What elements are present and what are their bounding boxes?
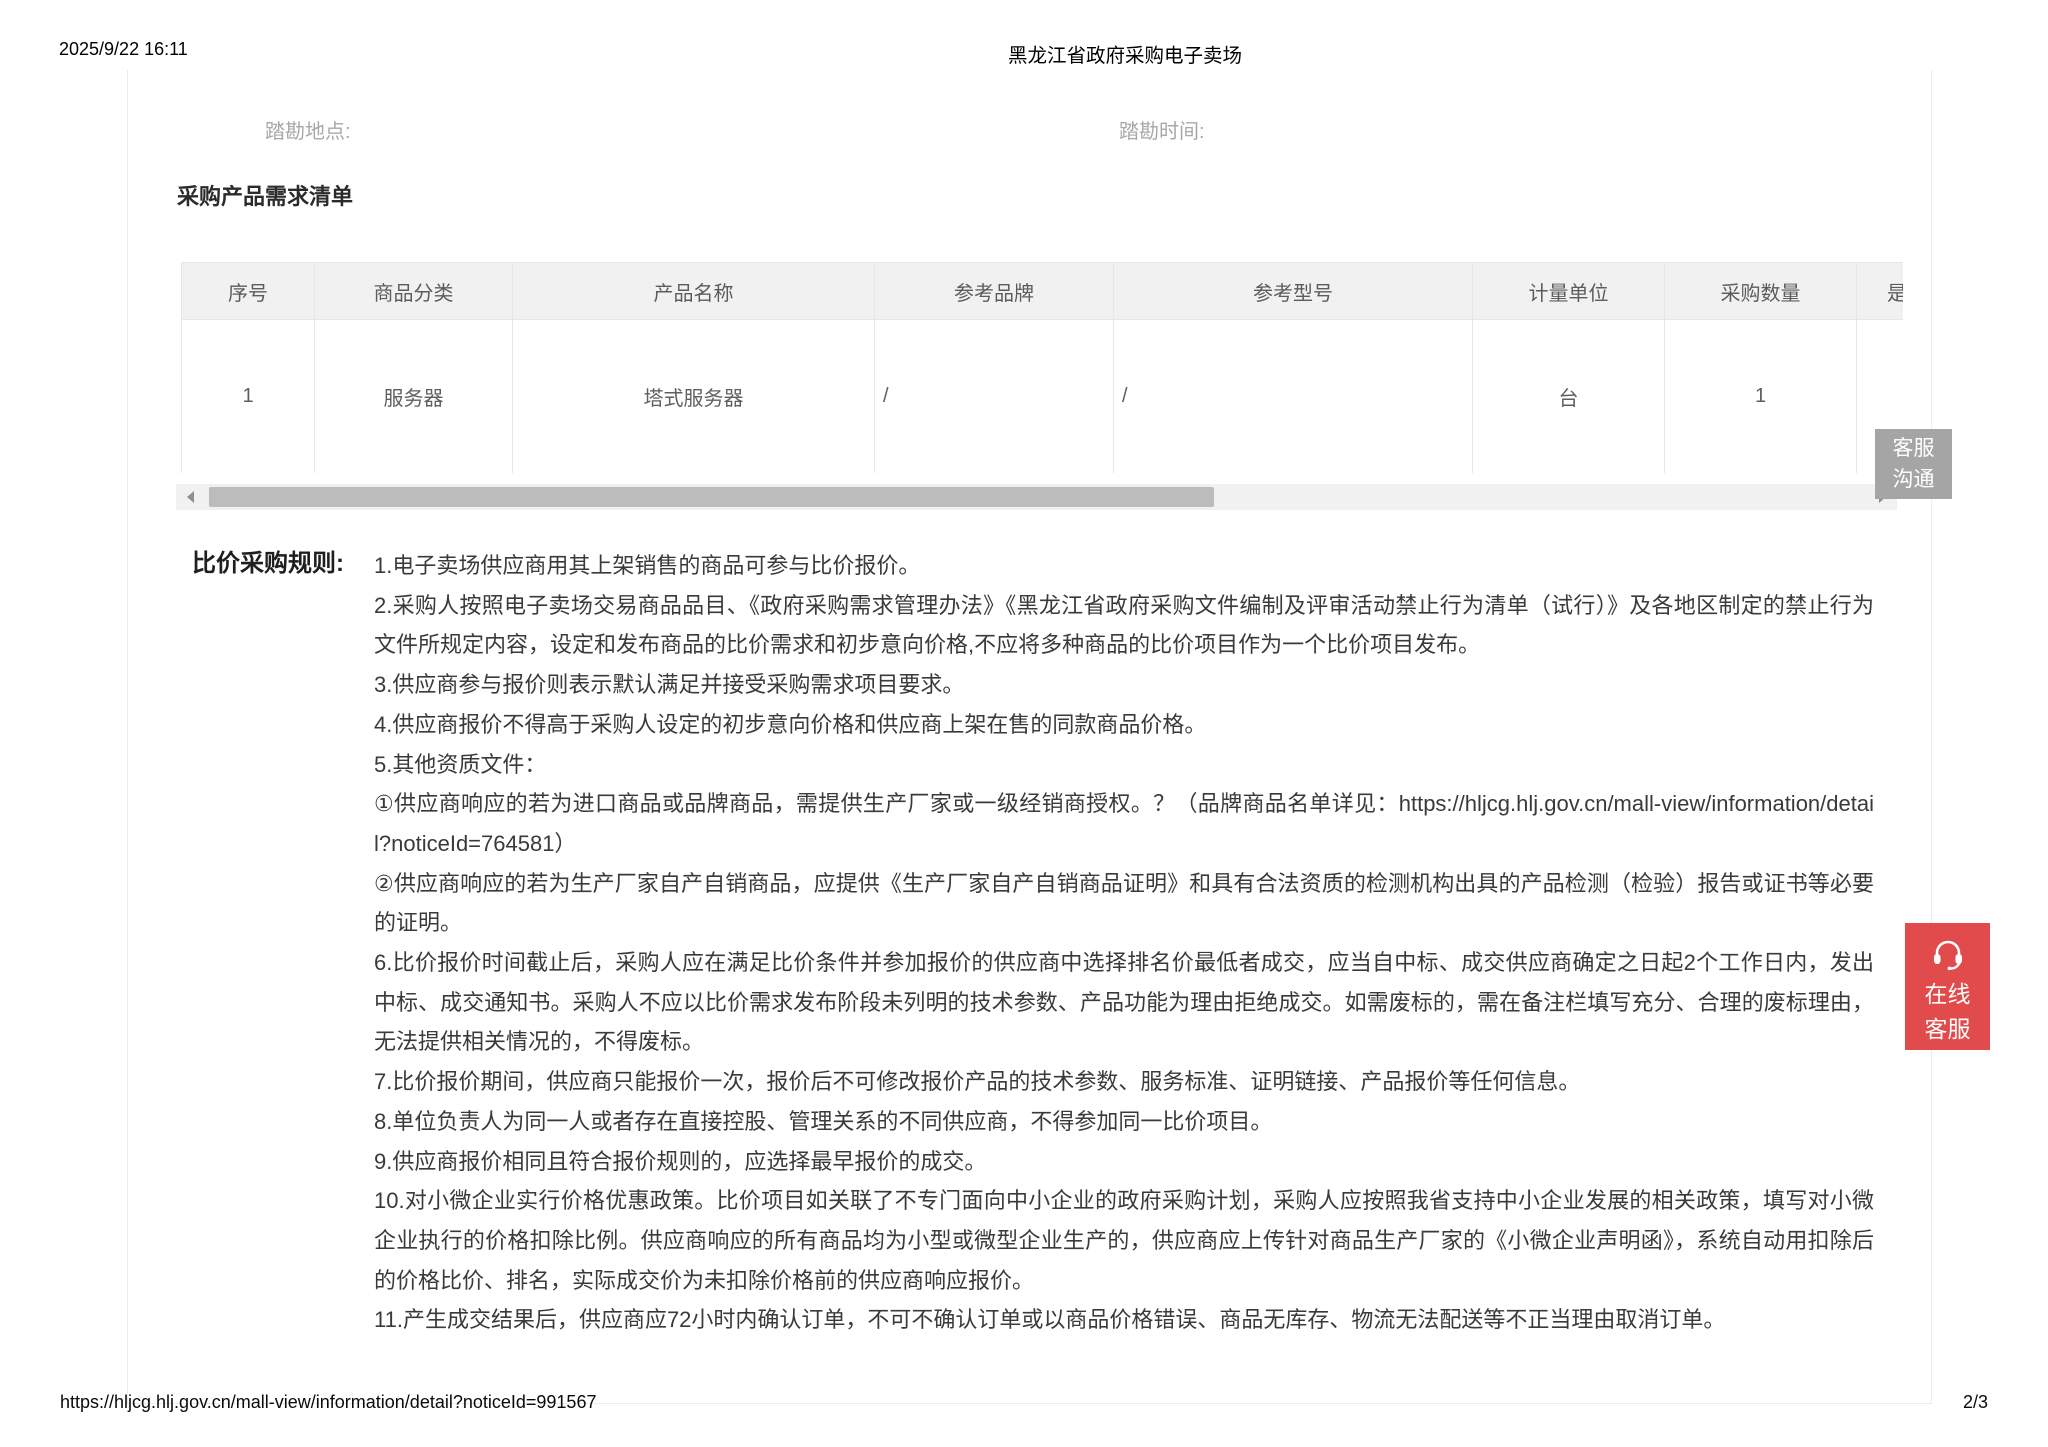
product-demand-table: 序号 商品分类 产品名称 参考品牌 参考型号 计量单位 采购数量 是 1 服务器… xyxy=(181,262,1903,473)
cell-product-name: 塔式服务器 xyxy=(513,320,875,474)
rule-item-6: 6.比价报价时间截止后，采购人应在满足比价条件并参加报价的供应商中选择排名价最低… xyxy=(374,943,1874,1062)
rule-item-9: 9.供应商报价相同且符合报价规则的，应选择最早报价的成交。 xyxy=(374,1142,1874,1182)
rule-item-10: 10.对小微企业实行价格优惠政策。比价项目如关联了不专门面向中小企业的政府采购计… xyxy=(374,1181,1874,1300)
footer-source-url: https://hljcg.hlj.gov.cn/mall-view/infor… xyxy=(60,1392,596,1413)
table-header-row: 序号 商品分类 产品名称 参考品牌 参考型号 计量单位 采购数量 是 xyxy=(182,263,1904,320)
footer-page-number: 2/3 xyxy=(1963,1392,1988,1413)
col-header-product-name: 产品名称 xyxy=(513,263,875,320)
rule-item-4: 4.供应商报价不得高于采购人设定的初步意向价格和供应商上架在售的同款商品价格。 xyxy=(374,705,1874,745)
survey-time-label: 踏勘时间: xyxy=(1119,115,1205,144)
print-preview-page: { "print_header": { "datetime": "2025/9/… xyxy=(0,0,2048,1447)
section-title-demand-list: 采购产品需求清单 xyxy=(177,179,353,211)
cell-quantity: 1 xyxy=(1665,320,1857,474)
customer-chat-badge-label: 客服沟通 xyxy=(1891,433,1937,495)
cell-ref-brand: / xyxy=(875,320,1114,474)
product-table-viewport: 序号 商品分类 产品名称 参考品牌 参考型号 计量单位 采购数量 是 1 服务器… xyxy=(181,262,1903,473)
cell-category: 服务器 xyxy=(315,320,513,474)
rule-item-7: 7.比价报价期间，供应商只能报价一次，报价后不可修改报价产品的技术参数、服务标准… xyxy=(374,1062,1874,1102)
cell-unit: 台 xyxy=(1473,320,1665,474)
col-header-quantity: 采购数量 xyxy=(1665,263,1857,320)
online-service-badge-label: 在线客服 xyxy=(1923,977,1973,1047)
col-header-ref-brand: 参考品牌 xyxy=(875,263,1114,320)
rule-item-5-2: ②供应商响应的若为生产厂家自产自销商品，应提供《生产厂家自产自销商品证明》和具有… xyxy=(374,864,1874,943)
rule-item-3: 3.供应商参与报价则表示默认满足并接受采购需求项目要求。 xyxy=(374,665,1874,705)
rule-item-2: 2.采购人按照电子卖场交易商品品目、《政府采购需求管理办法》《黑龙江省政府采购文… xyxy=(374,586,1874,665)
rule-item-1: 1.电子卖场供应商用其上架销售的商品可参与比价报价。 xyxy=(374,546,1874,586)
table-row: 1 服务器 塔式服务器 / / 台 1 xyxy=(182,320,1904,474)
rule-item-5: 5.其他资质文件： xyxy=(374,745,1874,785)
customer-chat-badge[interactable]: 客服沟通 xyxy=(1875,429,1952,499)
rule-item-8: 8.单位负责人为同一人或者存在直接控股、管理关系的不同供应商，不得参加同一比价项… xyxy=(374,1102,1874,1142)
headset-icon xyxy=(1930,957,1966,974)
col-header-clipped: 是 xyxy=(1857,263,1904,320)
rule-item-5-1: ①供应商响应的若为进口商品或品牌商品，需提供生产厂家或一级经销商授权。？（品牌商… xyxy=(374,784,1874,863)
rules-text-block: 1.电子卖场供应商用其上架销售的商品可参与比价报价。 2.采购人按照电子卖场交易… xyxy=(374,546,1874,1340)
print-datetime: 2025/9/22 16:11 xyxy=(59,39,188,60)
scroll-left-arrow-icon[interactable] xyxy=(187,491,194,503)
cell-seq: 1 xyxy=(182,320,315,474)
col-header-category: 商品分类 xyxy=(315,263,513,320)
rules-section-label: 比价采购规则: xyxy=(192,544,344,584)
survey-location-label: 踏勘地点: xyxy=(265,115,351,144)
horizontal-scrollbar[interactable] xyxy=(176,484,1897,510)
document-frame: 踏勘地点: 踏勘时间: 采购产品需求清单 序号 商品分类 产品名称 参考品牌 参… xyxy=(127,70,1932,1404)
online-service-badge[interactable]: 在线客服 xyxy=(1905,923,1990,1050)
col-header-unit: 计量单位 xyxy=(1473,263,1665,320)
rule-item-11: 11.产生成交结果后，供应商应72小时内确认订单，不可不确认订单或以商品价格错误… xyxy=(374,1300,1874,1340)
cell-ref-model: / xyxy=(1114,320,1473,474)
col-header-ref-model: 参考型号 xyxy=(1114,263,1473,320)
scrollbar-thumb[interactable] xyxy=(209,487,1214,507)
print-page-title: 黑龙江省政府采购电子卖场 xyxy=(1008,39,1242,68)
col-header-seq: 序号 xyxy=(182,263,315,320)
